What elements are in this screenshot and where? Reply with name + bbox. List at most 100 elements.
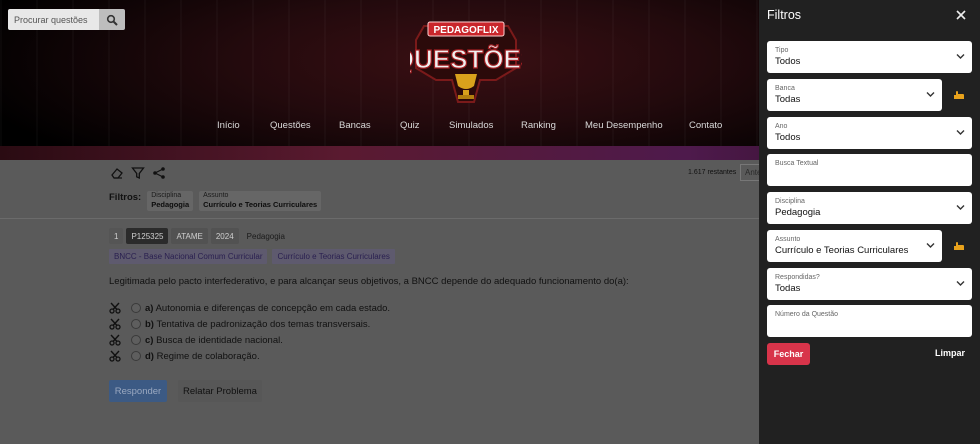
field-label: Número da Questão [775, 311, 839, 318]
chevron-down-icon [956, 281, 965, 286]
field-label: Busca Textual [775, 160, 819, 167]
nav-bancas[interactable]: Bancas [339, 120, 371, 131]
scissors-icon[interactable] [109, 350, 121, 362]
option-c[interactable]: c) Busca de identidade nacional. [109, 333, 283, 347]
limpar-button[interactable]: Limpar [935, 348, 965, 358]
field-value: Todas [775, 94, 801, 105]
question-tags: BNCC - Base Nacional Comum Curricular Cu… [109, 249, 400, 264]
chevron-down-icon [926, 92, 935, 97]
chevron-down-icon [926, 243, 935, 248]
question-badges: 1 P125325 ATAME 2024 Pedagogia [109, 228, 293, 244]
banca-badge[interactable]: ATAME [171, 228, 208, 244]
question-statement: Legitimada pelo pacto interfederativo, e… [109, 276, 629, 287]
option-letter: b) [145, 318, 154, 330]
option-text: b) Tentativa de padronização dos temas t… [145, 319, 370, 330]
chip-key: Assunto [203, 192, 229, 199]
field-label: Assunto [775, 236, 801, 243]
field-label: Disciplina [775, 198, 805, 205]
option-body: Autonomia e diferenças de concepção em c… [155, 302, 391, 314]
busca-textual-input[interactable]: Busca Textual [767, 154, 972, 186]
scissors-icon[interactable] [109, 302, 121, 314]
tipo-select[interactable]: Tipo Todos [767, 41, 972, 73]
option-text: a) Autonomia e diferenças de concepção e… [145, 303, 390, 314]
nav-ranking[interactable]: Ranking [521, 120, 556, 131]
assunto-select[interactable]: Assunto Currículo e Teorias Curriculares [767, 230, 942, 262]
questions-area: 1.617 restantes Anterior Filtros: Discip… [0, 160, 760, 444]
nav-inicio[interactable]: Início [217, 120, 240, 131]
anterior-button[interactable]: Anterior [740, 164, 760, 181]
banca-select[interactable]: Banca Todas [767, 79, 942, 111]
chevron-down-icon [956, 130, 965, 135]
disciplina-select[interactable]: Disciplina Pedagogia [767, 192, 972, 224]
chip-value: Pedagogia [151, 200, 190, 209]
remaining-count: 1.617 restantes [688, 169, 737, 176]
field-value: Todas [775, 283, 801, 294]
option-text: c) Busca de identidade nacional. [145, 335, 283, 346]
active-filters: Filtros: Disciplina Pedagogia Assunto Cu… [109, 191, 322, 211]
hand-pointer-icon[interactable] [953, 241, 965, 251]
search-icon [106, 14, 118, 26]
responder-button[interactable]: Responder [109, 380, 167, 402]
hand-pointer-icon[interactable] [953, 90, 965, 100]
nav-meu-desempenho[interactable]: Meu Desempenho [585, 120, 663, 131]
field-value: Currículo e Teorias Curriculares [775, 245, 909, 256]
option-radio[interactable] [131, 335, 141, 345]
chip-key: Disciplina [151, 192, 182, 199]
pedagoflix-logo[interactable]: PEDAGOFLIX QUESTÕES [410, 18, 522, 110]
search-input[interactable] [8, 9, 99, 30]
filter-chip-assunto[interactable]: Assunto Currículo e Teorias Curriculares [199, 191, 322, 211]
option-d[interactable]: d) Regime de colaboração. [109, 349, 260, 363]
field-label: Banca [775, 85, 795, 92]
close-icon[interactable] [954, 8, 968, 22]
logo-main-text: QUESTÕES [410, 44, 522, 74]
option-radio[interactable] [131, 303, 141, 313]
nav-simulados[interactable]: Simulados [449, 120, 493, 131]
option-a[interactable]: a) Autonomia e diferenças de concepção e… [109, 301, 390, 315]
search-button[interactable] [99, 9, 125, 30]
share-icon[interactable] [152, 166, 166, 180]
nav-contato[interactable]: Contato [689, 120, 722, 131]
logo-top-text: PEDAGOFLIX [433, 25, 498, 36]
filter-chip-disciplina[interactable]: Disciplina Pedagogia [147, 191, 194, 211]
filter-icon[interactable] [131, 166, 145, 180]
nav-questoes[interactable]: Questões [270, 120, 311, 131]
year-badge[interactable]: 2024 [210, 228, 239, 244]
relatar-problema-button[interactable]: Relatar Problema [178, 380, 262, 402]
nav-quiz[interactable]: Quiz [400, 120, 420, 131]
option-body: Tentativa de padronização dos temas tran… [156, 318, 371, 330]
option-radio[interactable] [131, 319, 141, 329]
option-body: Busca de identidade nacional. [156, 334, 283, 346]
scissors-icon[interactable] [109, 334, 121, 346]
respondidas-select[interactable]: Respondidas? Todas [767, 268, 972, 300]
chip-value: Currículo e Teorias Curriculares [203, 200, 318, 209]
filters-panel: Filtros Tipo Todos Banca Todas Ano Todos… [759, 0, 980, 444]
chevron-down-icon [956, 205, 965, 210]
option-b[interactable]: b) Tentativa de padronização dos temas t… [109, 317, 370, 331]
field-label: Tipo [775, 47, 789, 54]
field-label: Ano [775, 123, 788, 130]
scissors-icon[interactable] [109, 318, 121, 330]
ano-select[interactable]: Ano Todos [767, 117, 972, 149]
option-letter: d) [145, 350, 154, 362]
filters-label: Filtros: [109, 192, 142, 203]
chevron-down-icon [956, 54, 965, 59]
fechar-button[interactable]: Fechar [767, 343, 810, 365]
option-radio[interactable] [131, 351, 141, 361]
divider [0, 218, 760, 219]
panel-title: Filtros [767, 8, 802, 22]
field-value: Todos [775, 132, 801, 143]
discipline-label: Pedagogia [246, 231, 285, 241]
question-number-badge: 1 [109, 228, 124, 244]
field-label: Respondidas? [775, 274, 820, 281]
field-value: Todos [775, 56, 801, 67]
option-text: d) Regime de colaboração. [145, 351, 260, 362]
option-letter: c) [145, 334, 154, 346]
tag-bncc[interactable]: BNCC - Base Nacional Comum Curricular [109, 249, 268, 264]
question-code-badge[interactable]: P125325 [126, 228, 169, 244]
option-body: Regime de colaboração. [156, 350, 260, 362]
eraser-icon[interactable] [110, 166, 124, 180]
tag-curriculo[interactable]: Currículo e Teorias Curriculares [272, 249, 395, 264]
numero-questao-input[interactable]: Número da Questão [767, 305, 972, 337]
option-letter: a) [145, 302, 154, 314]
search-box [8, 9, 125, 30]
